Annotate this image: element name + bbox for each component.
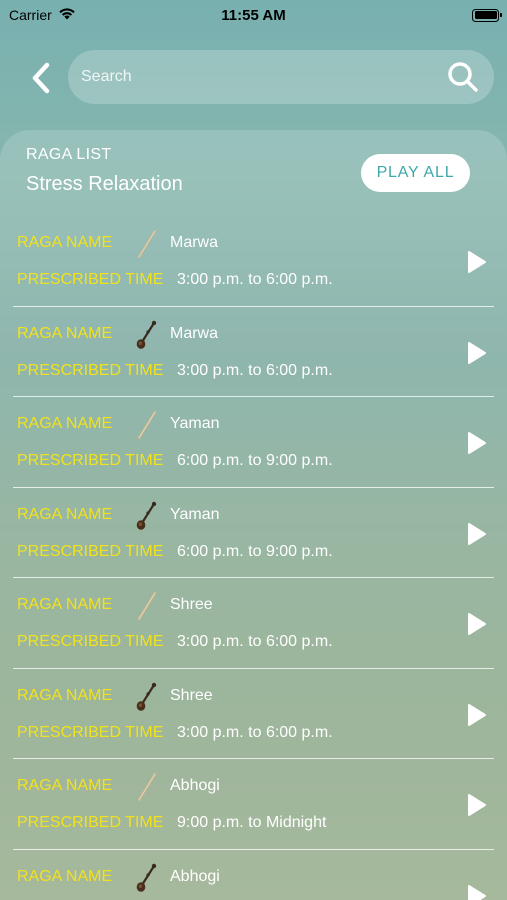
panel-subtitle: RAGA LIST [26,146,112,163]
prescribed-time-label: PRESCRIBED TIME [17,723,164,741]
play-icon[interactable] [464,520,490,548]
play-icon[interactable] [464,791,490,819]
play-icon[interactable] [464,610,490,638]
sitar-icon [134,682,160,712]
raga-name: Shree [170,596,213,613]
play-icon[interactable] [464,882,490,900]
back-button[interactable] [26,58,56,98]
prescribed-time-label: PRESCRIBED TIME [17,361,164,379]
raga-name: Yaman [170,505,220,523]
play-icon[interactable] [464,701,490,729]
raga-time: 3:00 p.m. to 6:00 p.m. [177,361,333,379]
raga-time: 6:00 p.m. to 9:00 p.m. [177,452,333,469]
raga-row[interactable]: RAGA NAME Marwa PRESCRIBED TIME 3:00 p.m. … [0,216,507,307]
status-bar: Carrier 11:55 AM [0,0,507,30]
prescribed-time-label: PRESCRIBED TIME [17,542,164,560]
raga-name: Shree [170,686,213,704]
raga-row[interactable]: RAGA NAME Abhogi PRESCRIBED TIME 9:00 p.m.… [0,759,507,850]
raga-time: 3:00 p.m. to 6:00 p.m. [177,723,333,741]
carrier-label: Carrier [9,7,52,23]
sitar-icon [134,320,160,350]
raga-name-label: RAGA NAME [17,505,113,523]
raga-time: 9:00 p.m. to Midnight [177,814,327,831]
raga-row[interactable]: RAGA NAME Shree PRESCRIBED TIME 3:00 p.m. … [0,578,507,669]
sitar-icon [134,863,160,893]
search-icon[interactable] [446,60,480,94]
play-icon[interactable] [464,429,490,457]
raga-name-label: RAGA NAME [17,686,113,704]
flute-icon [134,410,160,440]
prescribed-time-label: PRESCRIBED TIME [17,633,164,650]
raga-time: 3:00 p.m. to 6:00 p.m. [177,633,333,650]
raga-name: Yaman [170,415,220,432]
raga-time: 3:00 p.m. to 6:00 p.m. [177,271,333,288]
chevron-left-icon [32,62,50,94]
raga-name-label: RAGA NAME [17,415,113,432]
raga-row[interactable]: RAGA NAME Shree PRESCRIBED TIME 3:00 p.m. … [0,669,507,759]
raga-row[interactable]: RAGA NAME Abhogi [0,850,507,900]
play-icon[interactable] [464,339,490,367]
raga-name-label: RAGA NAME [17,324,113,342]
battery-icon [472,8,502,22]
status-time: 11:55 AM [221,6,286,24]
panel-title: Stress Relaxation [26,173,183,195]
raga-list: RAGA NAME Marwa PRESCRIBED TIME 3:00 p.m. … [0,216,507,900]
raga-time: 6:00 p.m. to 9:00 p.m. [177,542,333,560]
flute-icon [134,591,160,621]
raga-name-label: RAGA NAME [17,596,113,613]
raga-name: Marwa [170,234,219,251]
raga-name: Marwa [170,324,219,342]
sitar-icon [134,501,160,531]
raga-name-label: RAGA NAME [17,867,113,885]
flute-icon [134,772,160,802]
raga-name-label: RAGA NAME [17,777,113,794]
prescribed-time-label: PRESCRIBED TIME [17,271,164,288]
raga-name-label: RAGA NAME [17,234,113,251]
raga-row[interactable]: RAGA NAME Yaman PRESCRIBED TIME 6:00 p.m. … [0,488,507,578]
play-all-button[interactable]: PLAY ALL [361,154,470,192]
wifi-icon [58,7,76,23]
raga-name: Abhogi [170,867,220,885]
raga-row[interactable]: RAGA NAME Yaman PRESCRIBED TIME 6:00 p.m. … [0,397,507,488]
search-bar[interactable] [68,50,494,104]
prescribed-time-label: PRESCRIBED TIME [17,814,164,831]
search-input[interactable] [81,68,446,86]
prescribed-time-label: PRESCRIBED TIME [17,452,164,469]
flute-icon [134,229,160,259]
raga-row[interactable]: RAGA NAME Marwa PRESCRIBED TIME 3:00 p.m. … [0,307,507,397]
play-icon[interactable] [464,248,490,276]
raga-name: Abhogi [170,777,220,794]
